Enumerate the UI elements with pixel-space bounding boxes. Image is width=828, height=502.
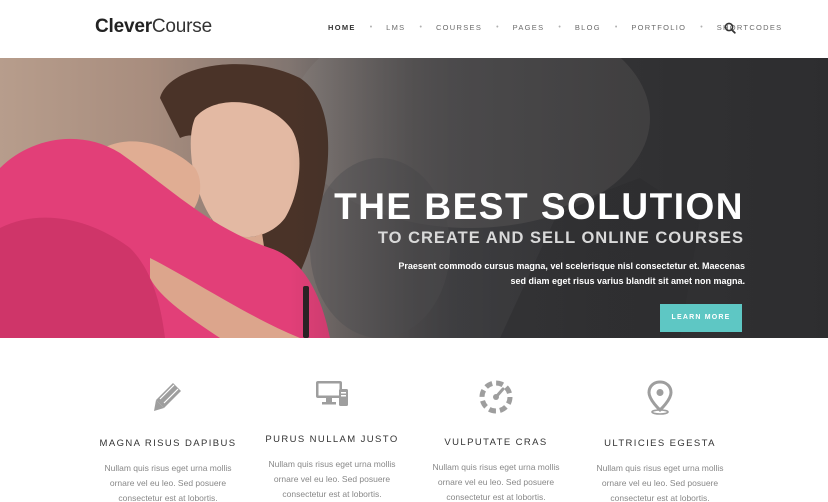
- nav-separator: •: [614, 24, 618, 31]
- nav-item-lms[interactable]: LMS: [386, 23, 405, 32]
- dashboard-icon: [478, 378, 514, 414]
- nav-separator: •: [700, 24, 703, 31]
- site-header: CleverCourse HOME • LMS • COURSES • PAGE…: [0, 0, 828, 58]
- nav-item-portfolio[interactable]: PORTFOLIO: [631, 23, 686, 32]
- feature-description: Nullam quis risus eget urna mollis ornar…: [268, 459, 396, 499]
- feature-description: Nullam quis risus eget urna mollis ornar…: [104, 463, 232, 502]
- hero-text: Praesent commodo cursus magna, vel scele…: [398, 261, 745, 286]
- hero-banner: THE BEST SOLUTION TO CREATE AND SELL ONL…: [0, 58, 828, 338]
- logo-light-text: Course: [151, 16, 212, 37]
- search-icon[interactable]: [724, 21, 736, 34]
- feature-card: MAGNA RISUS DAPIBUS Nullam quis risus eg…: [93, 379, 243, 502]
- feature-title: VULPUTATE CRAS: [444, 437, 548, 448]
- nav-separator: •: [558, 24, 561, 31]
- nav-separator: •: [369, 24, 373, 31]
- hero-title: THE BEST SOLUTION: [334, 186, 744, 227]
- pencil-icon: [150, 379, 186, 415]
- feature-title: ULTRICIES EGESTA: [604, 438, 716, 449]
- logo-bold-text: Clever: [95, 16, 152, 37]
- feature-title: PURUS NULLAM JUSTO: [265, 434, 399, 445]
- feature-title: MAGNA RISUS DAPIBUS: [99, 438, 237, 449]
- feature-description: Nullam quis risus eget urna mollis ornar…: [432, 462, 560, 502]
- feature-card: VULPUTATE CRAS Nullam quis risus eget ur…: [421, 378, 571, 502]
- feature-card: ULTRICIES EGESTA Nullam quis risus eget …: [585, 380, 735, 502]
- nav-item-home[interactable]: HOME: [328, 23, 356, 32]
- feature-description: Nullam quis risus eget urna mollis ornar…: [596, 463, 724, 502]
- features-section: MAGNA RISUS DAPIBUS Nullam quis risus eg…: [0, 338, 828, 502]
- feature-card: PURUS NULLAM JUSTO Nullam quis risus ege…: [257, 375, 407, 502]
- nav-item-pages[interactable]: PAGES: [513, 23, 545, 32]
- desktop-icon: [314, 375, 350, 411]
- nav-separator: •: [496, 24, 499, 31]
- site-logo[interactable]: CleverCourse: [95, 16, 212, 38]
- learn-more-button[interactable]: LEARN MORE: [660, 304, 742, 332]
- map-pin-icon: [642, 380, 678, 416]
- nav-separator: •: [419, 24, 422, 31]
- main-nav: HOME • LMS • COURSES • PAGES • BLOG • PO…: [328, 23, 783, 32]
- nav-item-courses[interactable]: COURSES: [436, 23, 482, 32]
- nav-item-blog[interactable]: BLOG: [575, 23, 601, 32]
- hero-subtitle: TO CREATE AND SELL ONLINE COURSES: [377, 229, 744, 247]
